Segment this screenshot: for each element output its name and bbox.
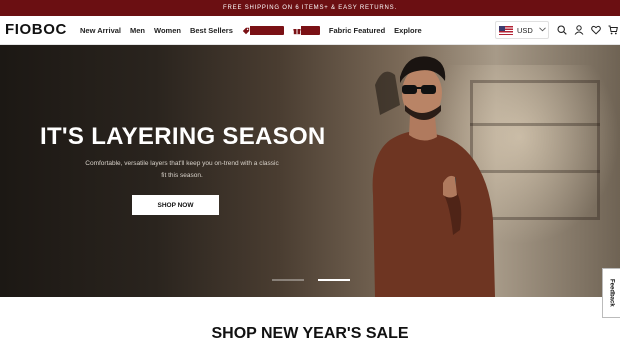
shop-now-button[interactable]: SHOP NOW [132, 195, 219, 215]
nav-menu: New Arrival Men Women Best Sellers Fabri… [80, 16, 431, 45]
brand-logo[interactable]: FIOBOC [5, 21, 67, 38]
user-icon[interactable] [573, 24, 584, 35]
tag-icon [241, 26, 250, 35]
hero-title: IT'S LAYERING SEASON [40, 123, 326, 150]
promo-gift-label [301, 26, 320, 35]
hero-banner[interactable]: IT'S LAYERING SEASON Comfortable, versat… [0, 45, 620, 297]
feedback-label: Feedback [608, 279, 615, 307]
cart-icon[interactable] [607, 24, 618, 35]
nav-best-sellers[interactable]: Best Sellers [190, 26, 233, 35]
gift-icon [292, 26, 301, 35]
main-navigation: FIOBOC New Arrival Men Women Best Seller… [0, 16, 620, 45]
us-flag-icon [499, 25, 513, 35]
heart-icon[interactable] [590, 24, 601, 35]
promo-sale-label [250, 26, 284, 35]
nav-explore[interactable]: Explore [394, 26, 422, 35]
chevron-down-icon [539, 26, 546, 34]
nav-women[interactable]: Women [154, 26, 181, 35]
feedback-tab[interactable]: Feedback [602, 268, 620, 318]
hero-model-image [372, 56, 495, 297]
nav-men[interactable]: Men [130, 26, 145, 35]
currency-label: USD [517, 25, 533, 35]
announcement-bar: FREE SHIPPING ON 6 ITEMS+ & EASY RETURNS… [0, 0, 620, 16]
section-title: SHOP NEW YEAR'S SALE [211, 325, 409, 342]
carousel-dot-2[interactable] [318, 279, 350, 281]
carousel-dot-1[interactable] [272, 279, 304, 281]
currency-selector[interactable]: USD [495, 21, 549, 39]
header-actions [556, 24, 618, 35]
carousel-indicators [272, 279, 350, 281]
nav-fabric-featured[interactable]: Fabric Featured [329, 26, 385, 35]
nav-new-arrival[interactable]: New Arrival [80, 26, 121, 35]
nav-promo-gift[interactable] [292, 26, 320, 35]
hero-subtitle: Comfortable, versatile layers that'll ke… [85, 160, 279, 179]
nav-promo-sale[interactable] [241, 26, 284, 35]
announcement-text: FREE SHIPPING ON 6 ITEMS+ & EASY RETURNS… [223, 5, 397, 11]
search-icon[interactable] [556, 24, 567, 35]
